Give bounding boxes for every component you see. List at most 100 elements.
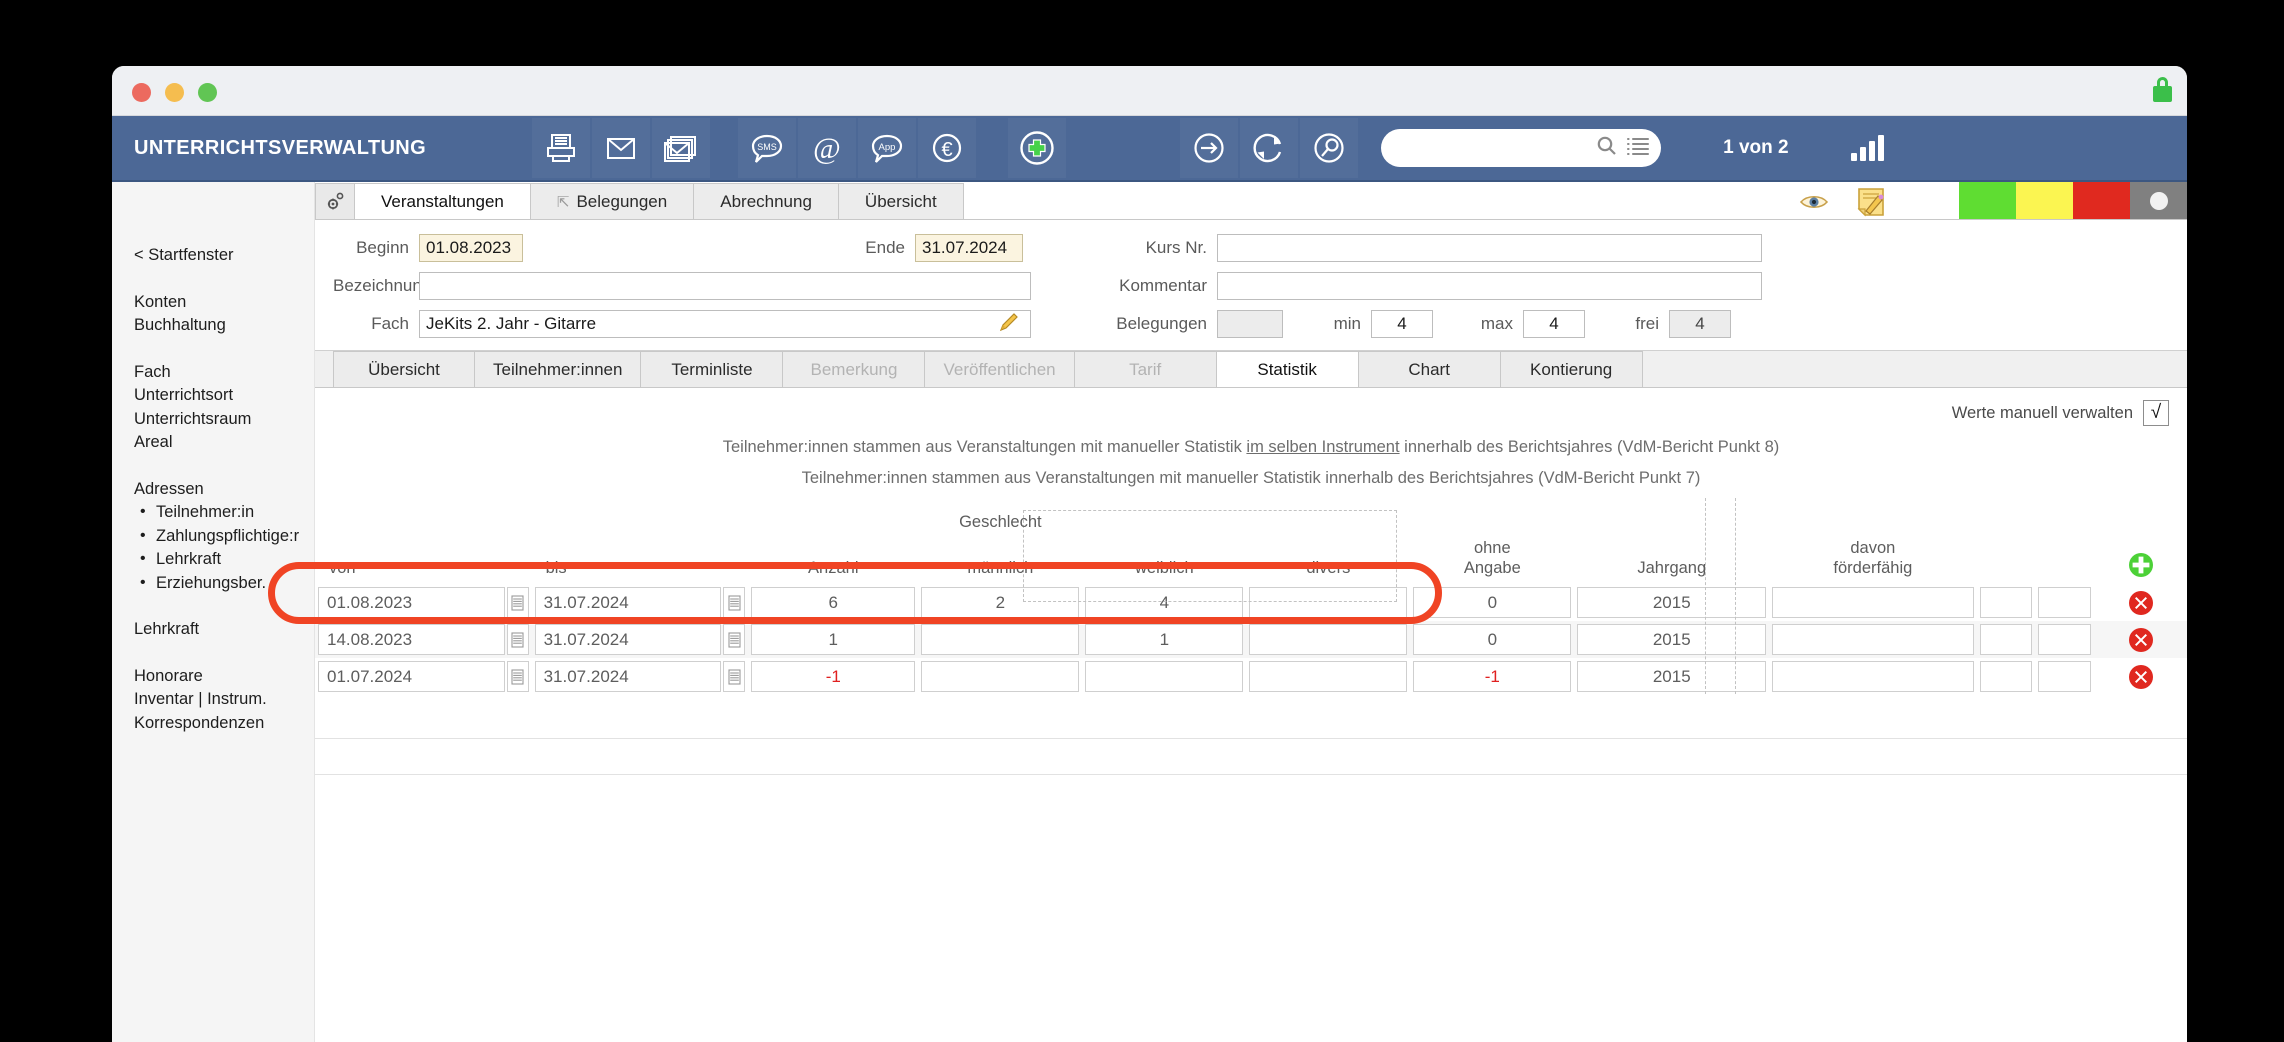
window-close-button[interactable] bbox=[132, 83, 151, 102]
list-icon[interactable] bbox=[1627, 137, 1650, 160]
row-0-bis[interactable]: 31.07.2024 bbox=[534, 587, 722, 618]
row-1-extra2[interactable] bbox=[2038, 624, 2092, 655]
status-swatch-grey[interactable] bbox=[2130, 182, 2187, 219]
tab-teilnehmerinnen[interactable]: Teilnehmer:innen bbox=[475, 351, 642, 387]
row-0-extra1[interactable] bbox=[1979, 587, 2033, 618]
tab-belegungen[interactable]: ⇱ Belegungen bbox=[530, 183, 695, 219]
row-0-extra2[interactable] bbox=[2038, 587, 2092, 618]
sidebar-item-buchhaltung[interactable]: Buchhaltung bbox=[134, 314, 314, 338]
arrow-right-circle-icon[interactable] bbox=[1180, 118, 1239, 178]
tab-abrechnung[interactable]: Abrechnung bbox=[694, 183, 839, 219]
calendar-icon[interactable] bbox=[723, 587, 746, 618]
search-circle-icon[interactable] bbox=[1300, 118, 1359, 178]
calendar-icon[interactable] bbox=[506, 587, 529, 618]
tab-kontierung[interactable]: Kontierung bbox=[1500, 351, 1643, 387]
row-1-bis[interactable]: 31.07.2024 bbox=[534, 624, 722, 655]
bezeichnung-field[interactable] bbox=[419, 272, 1031, 300]
status-swatch-red[interactable] bbox=[2073, 182, 2130, 219]
magnifier-icon[interactable] bbox=[1596, 135, 1617, 161]
sidebar-item-adressen[interactable]: Adressen bbox=[134, 478, 314, 502]
row-2-extra1[interactable] bbox=[1979, 661, 2033, 692]
status-swatch-green[interactable] bbox=[1959, 182, 2016, 219]
max-field[interactable]: 4 bbox=[1523, 310, 1585, 338]
row-1-anzahl[interactable]: 1 bbox=[751, 624, 916, 655]
row-0-divers[interactable] bbox=[1249, 587, 1408, 618]
calendar-icon[interactable] bbox=[506, 661, 529, 692]
plus-circle-icon[interactable] bbox=[1008, 118, 1067, 178]
row-2-von[interactable]: 01.07.2024 bbox=[318, 661, 505, 692]
row-2-divers[interactable] bbox=[1249, 661, 1408, 692]
ende-field[interactable]: 31.07.2024 bbox=[915, 234, 1023, 262]
delete-circle-icon[interactable] bbox=[2128, 664, 2154, 690]
tab-statistik[interactable]: Statistik bbox=[1216, 351, 1359, 387]
refresh-circle-icon[interactable] bbox=[1240, 118, 1299, 178]
search-box[interactable] bbox=[1381, 129, 1662, 167]
sidebar-item-unterrichtsraum[interactable]: Unterrichtsraum bbox=[134, 408, 314, 432]
row-1-jahrgang[interactable]: 2015 bbox=[1577, 624, 1767, 655]
calendar-icon[interactable] bbox=[506, 624, 529, 655]
sidebar-item-erziehungsber[interactable]: Erziehungsber. bbox=[134, 571, 314, 596]
sidebar-item-fach[interactable]: Fach bbox=[134, 361, 314, 385]
search-input[interactable] bbox=[1395, 138, 1597, 158]
row-1-maennlich[interactable] bbox=[921, 624, 1080, 655]
sidebar-item-unterrichtsort[interactable]: Unterrichtsort bbox=[134, 384, 314, 408]
row-0-ohne[interactable]: 0 bbox=[1413, 587, 1572, 618]
euro-circle-icon[interactable]: € bbox=[918, 118, 977, 178]
row-0-jahrgang[interactable]: 2015 bbox=[1577, 587, 1767, 618]
note-pencil-icon[interactable] bbox=[1855, 186, 1887, 223]
row-2-davon[interactable] bbox=[1772, 661, 1974, 692]
sidebar-item-honorare[interactable]: Honorare bbox=[134, 665, 314, 689]
sidebar-item-lehrkraft[interactable]: Lehrkraft bbox=[134, 618, 314, 642]
min-field[interactable]: 4 bbox=[1371, 310, 1433, 338]
row-0-weiblich[interactable]: 4 bbox=[1085, 587, 1244, 618]
row-1-von[interactable]: 14.08.2023 bbox=[318, 624, 505, 655]
row-2-anzahl[interactable]: -1 bbox=[751, 661, 916, 692]
row-1-ohne[interactable]: 0 bbox=[1413, 624, 1572, 655]
window-minimize-button[interactable] bbox=[165, 83, 184, 102]
sidebar-item-korrespondenzen[interactable]: Korrespondenzen bbox=[134, 712, 314, 736]
row-0-von[interactable]: 01.08.2023 bbox=[318, 587, 505, 618]
tab-veranstaltungen[interactable]: Veranstaltungen bbox=[355, 183, 531, 219]
row-0-maennlich[interactable]: 2 bbox=[921, 587, 1080, 618]
sidebar-item-lehrkraft-adresse[interactable]: Lehrkraft bbox=[134, 547, 314, 572]
sidebar-item-teilnehmerin[interactable]: Teilnehmer:in bbox=[134, 500, 314, 525]
row-0-anzahl[interactable]: 6 bbox=[751, 587, 916, 618]
add-circle-icon[interactable] bbox=[2128, 552, 2154, 578]
row-1-weiblich[interactable]: 1 bbox=[1085, 624, 1244, 655]
signal-bars-icon[interactable] bbox=[1850, 135, 1884, 161]
tab-chart[interactable]: Chart bbox=[1358, 351, 1501, 387]
row-2-ohne[interactable]: -1 bbox=[1413, 661, 1572, 692]
mail-icon[interactable] bbox=[592, 118, 651, 178]
row-2-jahrgang[interactable]: 2015 bbox=[1577, 661, 1767, 692]
at-sign-icon[interactable]: @ bbox=[798, 118, 857, 178]
window-zoom-button[interactable] bbox=[198, 83, 217, 102]
sidebar-item-konten[interactable]: Konten bbox=[134, 291, 314, 315]
calendar-icon[interactable] bbox=[723, 661, 746, 692]
delete-circle-icon[interactable] bbox=[2128, 590, 2154, 616]
status-swatch-yellow[interactable] bbox=[2016, 182, 2073, 219]
delete-circle-icon[interactable] bbox=[2128, 627, 2154, 653]
tab-uebersicht-top[interactable]: Übersicht bbox=[838, 183, 964, 219]
kursnr-field[interactable] bbox=[1217, 234, 1762, 262]
sidebar-item-areal[interactable]: Areal bbox=[134, 431, 314, 455]
sms-bubble-icon[interactable]: SMS bbox=[738, 118, 797, 178]
eye-icon[interactable] bbox=[1799, 192, 1829, 217]
fach-field[interactable]: JeKits 2. Jahr - Gitarre bbox=[419, 310, 1031, 338]
pencil-icon[interactable] bbox=[998, 311, 1024, 338]
row-1-extra1[interactable] bbox=[1979, 624, 2033, 655]
sidebar-item-inventar[interactable]: Inventar | Instrum. bbox=[134, 688, 314, 712]
kommentar-field[interactable] bbox=[1217, 272, 1762, 300]
row-2-maennlich[interactable] bbox=[921, 661, 1080, 692]
row-1-davon[interactable] bbox=[1772, 624, 1974, 655]
tab-uebersicht[interactable]: Übersicht bbox=[333, 351, 475, 387]
sidebar-back-startfenster[interactable]: < Startfenster bbox=[134, 244, 314, 268]
manual-values-checkbox[interactable]: √ bbox=[2143, 400, 2169, 426]
beginn-field[interactable]: 01.08.2023 bbox=[419, 234, 523, 262]
row-2-bis[interactable]: 31.07.2024 bbox=[534, 661, 722, 692]
calendar-icon[interactable] bbox=[723, 624, 746, 655]
gear-icon[interactable] bbox=[315, 183, 355, 219]
sidebar-item-zahlungspflichtiger[interactable]: Zahlungspflichtige:r bbox=[134, 524, 314, 549]
row-1-divers[interactable] bbox=[1249, 624, 1408, 655]
row-2-extra2[interactable] bbox=[2038, 661, 2092, 692]
printer-icon[interactable] bbox=[532, 118, 591, 178]
